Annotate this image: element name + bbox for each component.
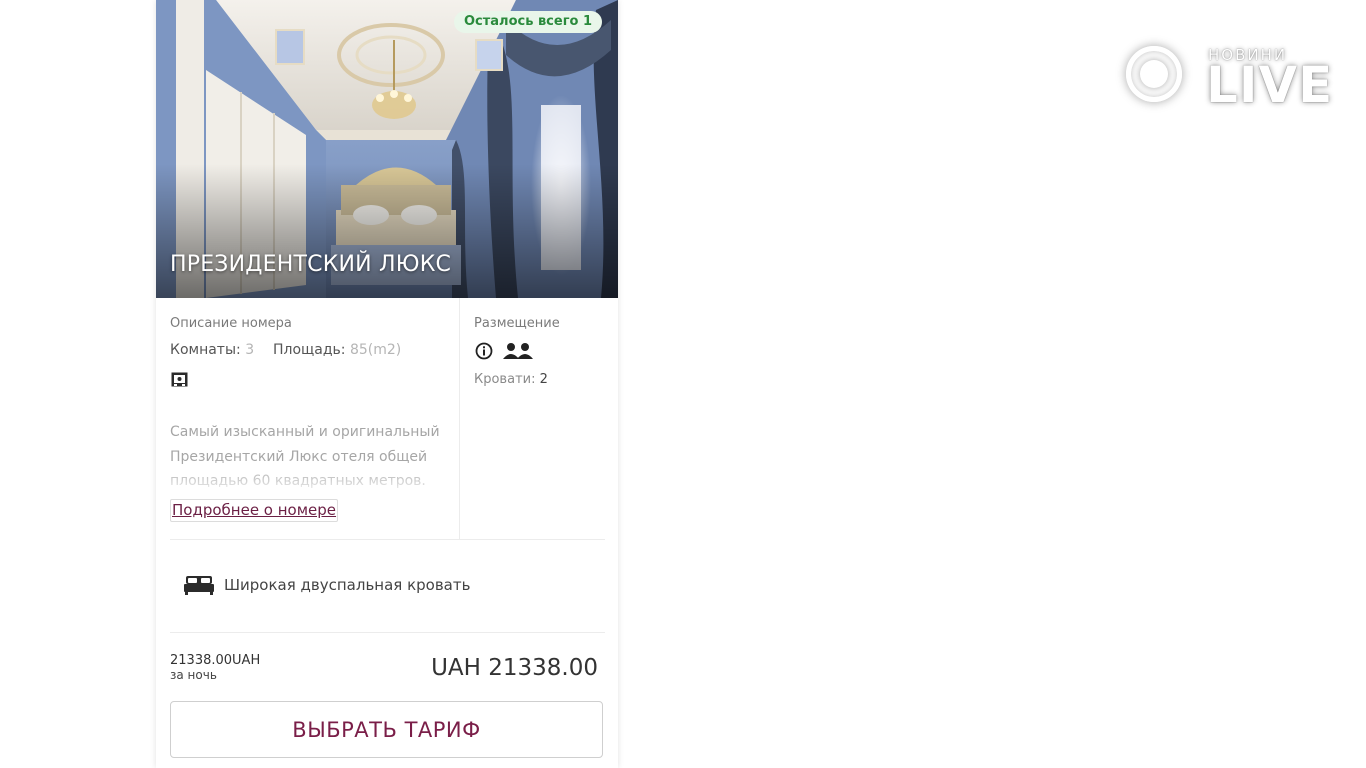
info-icon[interactable] <box>475 342 493 360</box>
per-night-label: за ночь <box>170 668 217 682</box>
room-stats: Комнаты: 3 Площадь: 85(m2) <box>170 342 401 358</box>
bed-type-row: Широкая двуспальная кровать <box>184 574 470 596</box>
placement-heading: Размещение <box>474 316 560 331</box>
double-bed-icon <box>184 576 214 595</box>
beds-info: Кровати: 2 <box>474 372 548 387</box>
section-divider <box>170 539 605 540</box>
price-small-value: 21338.00UAH <box>170 653 261 668</box>
room-title: ПРЕЗИДЕНТСКИЙ ЛЮКС <box>170 252 452 277</box>
safe-icon <box>171 372 188 387</box>
column-divider <box>459 298 460 540</box>
availability-badge: Осталось всего 1 <box>453 11 602 33</box>
rooms-value: 3 <box>245 342 255 358</box>
room-info: Описание номера Комнаты: 3 Площадь: 85(m… <box>156 298 618 540</box>
beds-label: Кровати: <box>474 372 536 387</box>
logo-big-text: LIVE <box>1206 56 1334 114</box>
room-card: Осталось всего 1 ПРЕЗИДЕНТСКИЙ ЛЮКС Опис… <box>156 0 618 768</box>
room-details-link[interactable]: Подробнее о номере <box>170 499 339 522</box>
description-heading: Описание номера <box>170 316 292 331</box>
bed-type-label: Широкая двуспальная кровать <box>224 576 471 594</box>
select-rate-button[interactable]: ВЫБРАТЬ ТАРИФ <box>170 701 603 758</box>
section-divider <box>170 632 605 633</box>
novyny-live-logo: НОВИНИ LIVE <box>1120 40 1334 120</box>
price-per-night: 21338.00UAH за ночь <box>170 653 261 683</box>
two-persons-icon <box>503 343 533 359</box>
rooms-label: Комнаты: <box>170 342 241 358</box>
beds-value: 2 <box>539 372 548 387</box>
area-value: 85(m2) <box>349 342 402 358</box>
price-total: UAH 21338.00 <box>431 655 598 681</box>
description-column: Описание номера Комнаты: 3 Площадь: 85(m… <box>170 298 458 540</box>
placement-icons <box>475 342 533 360</box>
room-photo[interactable]: Осталось всего 1 ПРЕЗИДЕНТСКИЙ ЛЮКС <box>156 0 618 298</box>
area-label: Площадь: <box>273 342 346 358</box>
